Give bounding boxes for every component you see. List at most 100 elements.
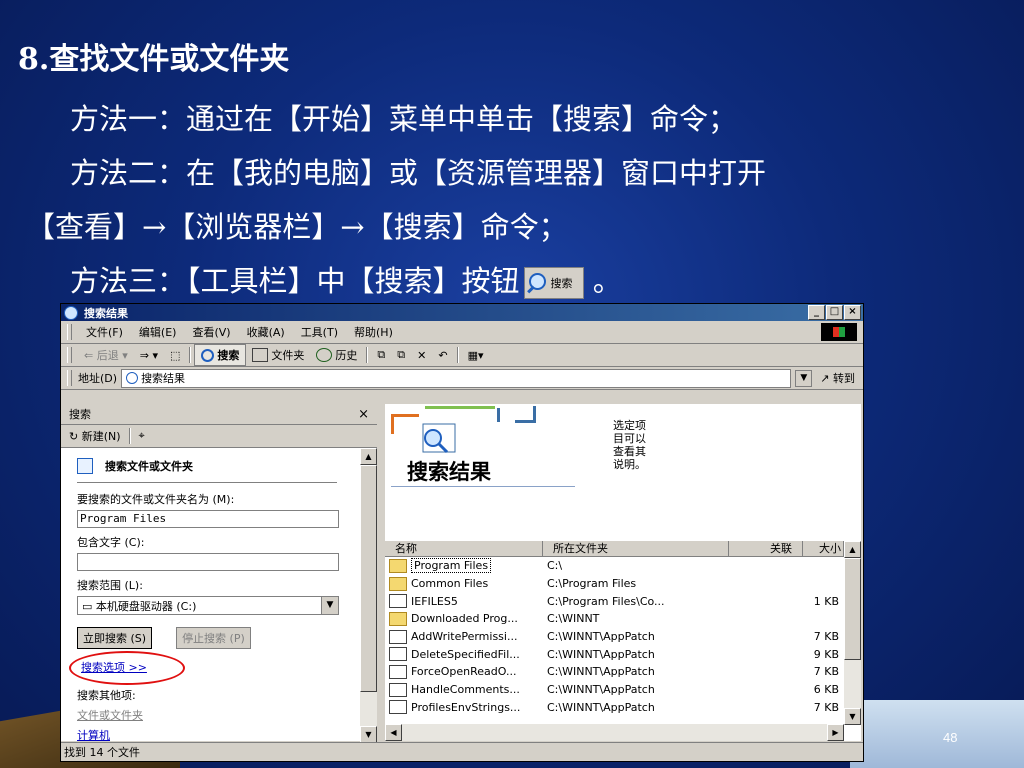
table-row[interactable]: HandleComments... C:\WINNT\AppPatch 6 KB xyxy=(385,681,861,699)
delete-icon[interactable]: ✕ xyxy=(411,345,432,365)
result-name-cell[interactable]: Program Files xyxy=(385,558,543,574)
result-name-cell[interactable]: Common Files xyxy=(385,576,543,591)
new-search-button[interactable]: ↻ 新建(N) xyxy=(69,428,121,444)
column-folder[interactable]: 所在文件夹 xyxy=(543,541,729,556)
window-titlebar[interactable]: 搜索结果 _ □ × xyxy=(61,304,863,321)
result-name-cell[interactable]: AddWritePermissi... xyxy=(385,629,543,644)
search-results-illustration-icon xyxy=(391,406,536,454)
status-text: 找到 14 个文件 xyxy=(64,746,140,759)
forward-button[interactable]: ⇒ ▾ xyxy=(134,345,164,365)
scroll-thumb[interactable] xyxy=(360,465,377,692)
scope-select[interactable]: ▭ 本机硬盘驱动器 (C:) ▼ xyxy=(77,596,339,615)
column-name[interactable]: 名称 xyxy=(385,541,543,556)
name-label: 要搜索的文件或文件夹名为 (M): xyxy=(77,493,235,506)
search-form: 搜索文件或文件夹 要搜索的文件或文件夹名为 (M): Program Files… xyxy=(61,448,375,741)
results-scroll-left-icon[interactable]: ◀ xyxy=(385,724,402,741)
menu-bar: 文件(F) 编辑(E) 查看(V) 收藏(A) 工具(T) 帮助(H) xyxy=(61,321,863,344)
results-scroll-up-icon[interactable]: ▲ xyxy=(844,541,861,558)
back-button[interactable]: ⇐ 后退 ▾ xyxy=(78,345,134,365)
result-name-cell[interactable]: DeleteSpecifiedFil... xyxy=(385,647,543,662)
address-dropdown-icon[interactable]: ▼ xyxy=(795,369,813,387)
windows-logo-icon xyxy=(821,323,857,341)
folder-icon xyxy=(389,576,407,591)
folders-icon xyxy=(252,348,269,362)
close-button[interactable]: × xyxy=(844,305,861,320)
result-name-cell[interactable]: Downloaded Prog... xyxy=(385,611,543,626)
table-row[interactable]: AddWritePermissi... C:\WINNT\AppPatch 7 KB xyxy=(385,628,861,646)
copy-to-icon[interactable]: ⧉ xyxy=(391,345,411,365)
search-pane-scrollbar[interactable]: ▲ ▼ xyxy=(360,448,377,743)
search-pane-close-icon[interactable]: × xyxy=(358,407,369,422)
menu-favorites[interactable]: 收藏(A) xyxy=(239,324,293,340)
column-relevance[interactable]: 关联 xyxy=(729,541,803,556)
scroll-up-icon[interactable]: ▲ xyxy=(360,448,377,465)
result-folder: C:\WINNT\AppPatch xyxy=(547,647,655,661)
name-input[interactable]: Program Files xyxy=(77,510,339,528)
address-input[interactable]: 搜索结果 xyxy=(121,368,792,388)
toolbar-search-button[interactable]: 搜索 xyxy=(194,344,247,366)
results-scroll-thumb[interactable] xyxy=(844,558,861,660)
highlight-circle xyxy=(69,651,185,685)
file-icon xyxy=(389,682,407,697)
menu-tools[interactable]: 工具(T) xyxy=(293,324,346,340)
method-two-text: 方法二：在【我的电脑】或【资源管理器】窗口中打开 xyxy=(70,156,767,190)
results-vertical-scrollbar[interactable]: ▲ ▼ xyxy=(844,541,861,725)
file-icon xyxy=(389,629,407,644)
up-folder-button[interactable]: ⬚ xyxy=(164,345,186,365)
result-name: ForceOpenReadO... xyxy=(411,665,517,679)
search-files-folders-link[interactable]: 文件或文件夹 xyxy=(77,707,375,723)
result-name: Downloaded Prog... xyxy=(411,612,518,626)
result-name-cell[interactable]: ProfilesEnvStrings... xyxy=(385,700,543,715)
table-row[interactable]: Common Files C:\Program Files xyxy=(385,575,861,593)
scope-dropdown-icon[interactable]: ▼ xyxy=(321,597,338,614)
menu-file[interactable]: 文件(F) xyxy=(78,324,131,340)
result-name-cell[interactable]: ForceOpenReadO... xyxy=(385,664,543,679)
table-row[interactable]: Program Files C:\ xyxy=(385,557,861,575)
decorative-sea xyxy=(850,700,1024,768)
scope-label: 搜索范围 (L): xyxy=(77,579,143,592)
menu-view[interactable]: 查看(V) xyxy=(184,324,238,340)
search-options-link[interactable]: 搜索选项 >> xyxy=(69,651,185,685)
table-row[interactable]: ForceOpenReadO... C:\WINNT\AppPatch 7 KB xyxy=(385,663,861,681)
result-folder: C:\WINNT\AppPatch xyxy=(547,700,655,714)
results-hint: 选定项目可以查看其说明。 xyxy=(613,419,646,471)
result-folder: C:\WINNT\AppPatch xyxy=(547,665,655,679)
maximize-button[interactable]: □ xyxy=(826,305,843,320)
search-now-button[interactable]: 立即搜索 (S) xyxy=(77,627,153,649)
result-name-cell[interactable]: HandleComments... xyxy=(385,682,543,697)
status-bar: 找到 14 个文件 xyxy=(61,742,863,761)
undo-icon[interactable]: ↶ xyxy=(432,345,453,365)
result-size: 9 KB xyxy=(813,647,839,661)
table-row[interactable]: ProfilesEnvStrings... C:\WINNT\AppPatch 7 … xyxy=(385,699,861,717)
scroll-down-icon[interactable]: ▼ xyxy=(360,726,377,743)
results-rows: Program Files C:\ Common Files C:\Program F… xyxy=(385,557,861,716)
stop-search-button[interactable]: 停止搜索 (P) xyxy=(176,627,251,649)
result-name-cell[interactable]: IEFILES5 xyxy=(385,594,543,609)
search-pane: 搜索 × ↻ 新建(N) ⌖ 搜索文件或文件夹 要搜索的文件或文件夹名为 (M)… xyxy=(61,404,380,743)
move-to-icon[interactable]: ⧉ xyxy=(371,345,391,365)
contains-label: 包含文字 (C): xyxy=(77,536,145,549)
folders-button[interactable]: 文件夹 xyxy=(246,345,310,365)
results-banner: 搜索结果 选定项目可以查看其说明。 xyxy=(385,404,861,541)
table-row[interactable]: Downloaded Prog... C:\WINNT xyxy=(385,610,861,628)
internet-search-icon[interactable]: ⌖ xyxy=(139,429,145,443)
back-arrow-icon: ⇐ xyxy=(84,348,97,362)
menu-edit[interactable]: 编辑(E) xyxy=(131,324,185,340)
search-results-icon xyxy=(126,372,139,384)
result-name: AddWritePermissi... xyxy=(411,630,518,644)
search-computers-link[interactable]: 计算机 xyxy=(77,727,375,741)
results-scroll-down-icon[interactable]: ▼ xyxy=(844,708,861,725)
results-horizontal-scrollbar[interactable]: ◀ ▶ xyxy=(385,724,844,741)
views-icon[interactable]: ▦▾ xyxy=(462,345,490,365)
go-button[interactable]: ↗ 转到 xyxy=(820,370,863,386)
column-size[interactable]: 大小 xyxy=(803,541,844,556)
history-button[interactable]: 历史 xyxy=(310,345,363,365)
file-icon xyxy=(389,664,407,679)
table-row[interactable]: DeleteSpecifiedFil... C:\WINNT\AppPatch 9 … xyxy=(385,645,861,663)
menu-help[interactable]: 帮助(H) xyxy=(346,324,401,340)
contains-input[interactable] xyxy=(77,553,339,571)
table-row[interactable]: IEFILES5 C:\Program Files\Co... 1 KB xyxy=(385,592,861,610)
results-scroll-right-icon[interactable]: ▶ xyxy=(827,724,844,741)
method-three-text: 方法三：【工具栏】中【搜索】按钮 搜索 。 xyxy=(70,258,622,300)
minimize-button[interactable]: _ xyxy=(808,305,825,320)
